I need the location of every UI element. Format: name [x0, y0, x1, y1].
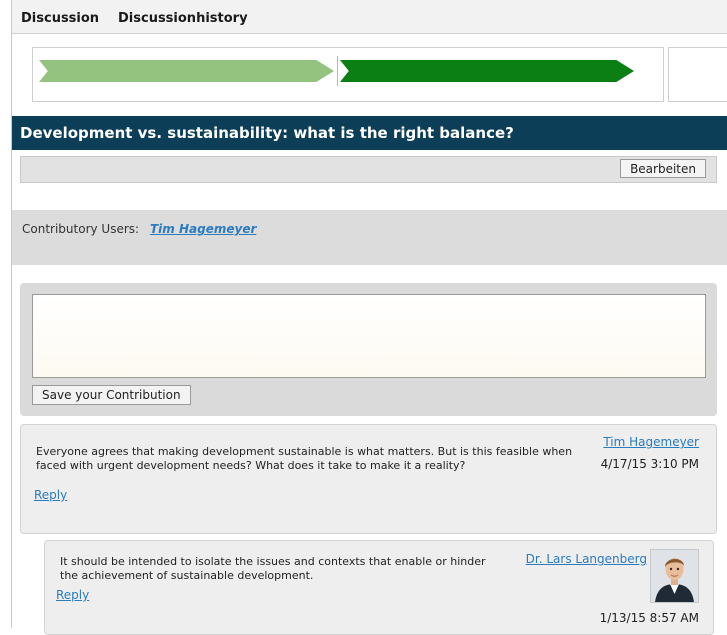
discussion-post: Everyone agrees that making development … — [20, 424, 717, 534]
contribution-textarea[interactable] — [32, 294, 706, 378]
toolbar: Bearbeiten — [20, 156, 717, 183]
contributors-bar: Contributory Users: Tim Hagemeyer — [12, 210, 727, 265]
tab-discussion[interactable]: Discussion — [21, 11, 99, 26]
reply-link[interactable]: Reply — [34, 488, 67, 502]
person-photo-icon — [651, 550, 698, 602]
progress-next-slot — [668, 47, 727, 102]
contributor-user-link[interactable]: Tim Hagemeyer — [150, 222, 256, 236]
compose-panel: Save your Contribution — [20, 283, 717, 416]
reply-timestamp: 1/13/15 8:57 AM — [599, 611, 699, 625]
progress-step-current — [340, 60, 634, 82]
save-contribution-button[interactable]: Save your Contribution — [32, 385, 191, 405]
progress-area — [12, 34, 727, 110]
post-timestamp: 4/17/15 3:10 PM — [600, 457, 699, 471]
tab-bar: Discussion Discussionhistory — [12, 0, 727, 34]
post-author-link[interactable]: Tim Hagemeyer — [603, 435, 699, 449]
progress-step-completed — [39, 60, 334, 82]
tab-discussionhistory[interactable]: Discussionhistory — [118, 11, 248, 26]
progress-step-divider — [337, 56, 338, 86]
page-title: Development vs. sustainability: what is … — [20, 124, 514, 142]
reply-post: It should be intended to isolate the iss… — [44, 540, 714, 635]
discussion-title-bar: Development vs. sustainability: what is … — [12, 116, 727, 150]
progress-tracker — [32, 47, 664, 102]
contributors-label: Contributory Users: — [22, 222, 140, 236]
reply-link[interactable]: Reply — [56, 588, 89, 602]
avatar[interactable] — [650, 549, 699, 603]
post-text: Everyone agrees that making development … — [36, 445, 573, 472]
reply-author-link[interactable]: Dr. Lars Langenberg — [526, 552, 647, 566]
reply-post-text: It should be intended to isolate the iss… — [60, 555, 486, 582]
edit-button[interactable]: Bearbeiten — [620, 159, 706, 178]
